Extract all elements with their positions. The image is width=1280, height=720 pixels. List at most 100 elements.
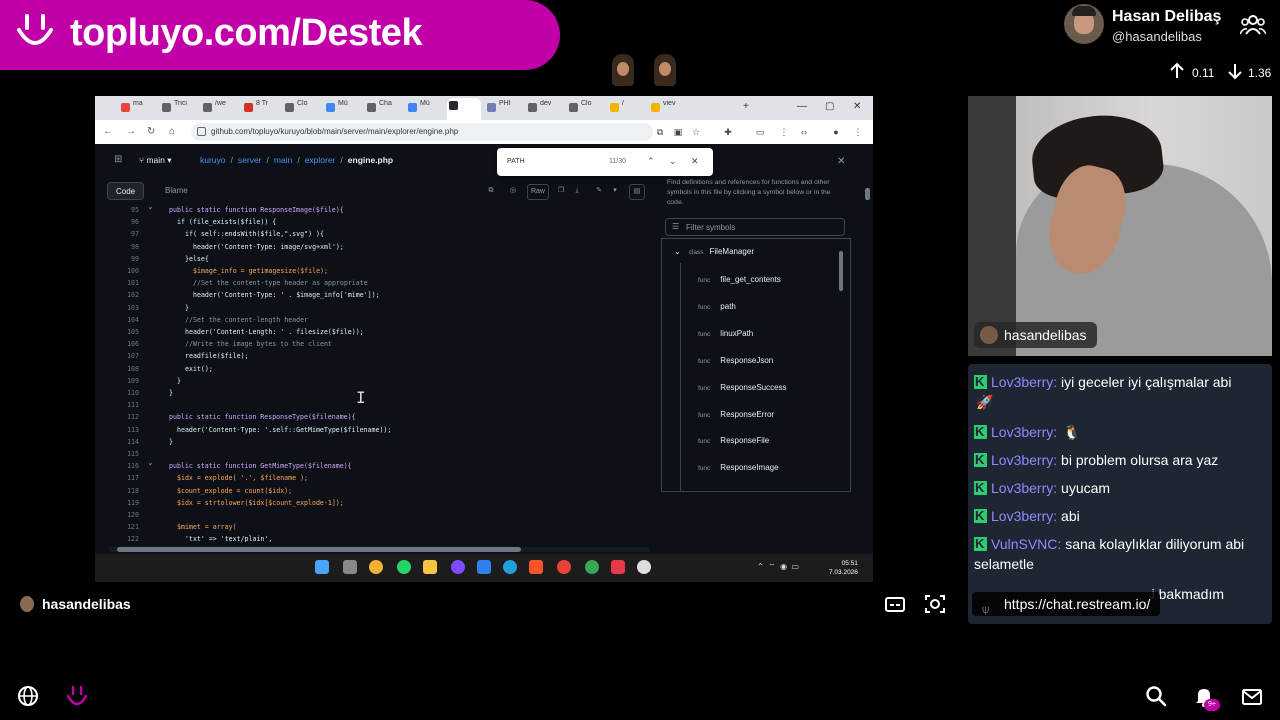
breadcrumb-link[interactable]: server: [238, 155, 262, 165]
line-number[interactable]: 117: [103, 472, 139, 484]
line-number[interactable]: 106: [103, 338, 139, 350]
streamer-profile[interactable]: Hasan Delibaş @hasandelibas: [1064, 4, 1280, 52]
group-icon[interactable]: [1240, 14, 1266, 36]
mail-icon[interactable]: [1241, 686, 1263, 708]
browser-tab[interactable]: Clo: [567, 100, 605, 116]
browser-tab[interactable]: Clo: [283, 100, 321, 116]
back-icon[interactable]: ←: [103, 126, 113, 137]
app-icon[interactable]: [369, 560, 383, 574]
symbol-item[interactable]: func ResponseFile: [698, 436, 769, 445]
obs-icon[interactable]: [637, 560, 651, 574]
symbol-item[interactable]: func linuxPath: [698, 329, 753, 338]
edge-icon[interactable]: [503, 560, 517, 574]
line-number[interactable]: 96: [103, 216, 139, 228]
chat-username[interactable]: Lov3berry: [991, 374, 1053, 390]
symbol-item[interactable]: func file_get_contents: [698, 275, 781, 284]
find-prev-icon[interactable]: ⌃: [647, 156, 655, 167]
site-info-icon[interactable]: [197, 127, 206, 136]
bottom-username[interactable]: hasandelibas: [20, 594, 131, 614]
whatsapp-icon[interactable]: [397, 560, 411, 574]
fold-icon[interactable]: ⌄: [147, 204, 154, 211]
browser-tab[interactable]: /we: [201, 100, 239, 116]
line-number[interactable]: 99: [103, 253, 139, 265]
chat-username[interactable]: VulnSVNC: [991, 536, 1057, 552]
line-number[interactable]: 101: [103, 277, 139, 289]
chat-username[interactable]: Lov3berry: [991, 508, 1053, 524]
close-icon[interactable]: ✕: [853, 101, 861, 112]
symbols-icon[interactable]: ⧉: [483, 184, 499, 200]
new-tab-icon[interactable]: +: [743, 101, 749, 112]
filter-symbols-input[interactable]: Filter symbols: [665, 218, 845, 236]
brave-icon[interactable]: [529, 560, 543, 574]
captions-icon[interactable]: [884, 593, 906, 615]
app-icon[interactable]: [611, 560, 625, 574]
raw-button[interactable]: Raw: [527, 184, 549, 200]
profile-icon[interactable]: ●: [831, 127, 841, 137]
line-number[interactable]: 119: [103, 497, 139, 509]
breadcrumb-link[interactable]: main: [274, 155, 292, 165]
line-number[interactable]: 102: [103, 289, 139, 301]
app-icon[interactable]: [451, 560, 465, 574]
search-icon[interactable]: [1145, 685, 1167, 707]
browser-tab[interactable]: 8 Tr: [242, 100, 280, 116]
minimize-icon[interactable]: —: [797, 101, 807, 112]
line-number[interactable]: 122: [103, 533, 139, 542]
forward-icon[interactable]: →: [126, 126, 136, 137]
maximize-icon[interactable]: ▢: [825, 101, 834, 112]
globe-icon[interactable]: [17, 685, 39, 707]
line-number[interactable]: 115: [103, 448, 139, 460]
symbol-item[interactable]: funcResponseType: [698, 490, 773, 491]
menu-grid-icon[interactable]: ⋮: [779, 127, 789, 137]
line-number[interactable]: 100: [103, 265, 139, 277]
line-number[interactable]: 111: [103, 399, 139, 411]
url-field[interactable]: github.com/topluyo/kuruyo/blob/main/serv…: [191, 123, 653, 141]
browser-tab[interactable]: /: [608, 100, 646, 116]
start-icon[interactable]: [315, 560, 329, 574]
browser-tab[interactable]: Mü: [406, 100, 444, 116]
edit-icon[interactable]: ✎: [591, 184, 607, 200]
devices-icon[interactable]: ▭: [755, 127, 765, 137]
browser-tab[interactable]: PHI: [485, 100, 523, 116]
symbol-item[interactable]: func ResponseSuccess: [698, 383, 787, 392]
more-icon[interactable]: ⋮: [853, 127, 863, 137]
line-number[interactable]: 120: [103, 509, 139, 521]
tab-blame[interactable]: Blame: [157, 182, 196, 200]
close-panel-icon[interactable]: ✕: [837, 156, 845, 167]
chat-username[interactable]: Lov3berry: [991, 424, 1053, 440]
cast-icon[interactable]: ▣: [673, 127, 683, 137]
browser-tab[interactable]: Trici: [160, 100, 198, 116]
avatar[interactable]: [1064, 4, 1104, 44]
browser-tab[interactable]: Mü: [324, 100, 362, 116]
task-view-icon[interactable]: [343, 560, 357, 574]
home-icon[interactable]: ⌂: [169, 126, 175, 137]
chat-username[interactable]: Lov3berry: [991, 480, 1053, 496]
line-number[interactable]: 98: [103, 241, 139, 253]
symbol-item[interactable]: func ResponseError: [698, 410, 774, 419]
chrome-icon[interactable]: [557, 560, 571, 574]
find-input[interactable]: PATH: [507, 158, 525, 165]
code-icon[interactable]: ‹›: [799, 127, 809, 137]
line-number[interactable]: 121: [103, 521, 139, 533]
line-number[interactable]: 103: [103, 302, 139, 314]
install-icon[interactable]: ⧉: [655, 127, 665, 137]
line-number[interactable]: 104: [103, 314, 139, 326]
line-number[interactable]: 112: [103, 411, 139, 423]
symbols-scrollbar[interactable]: [838, 239, 844, 491]
chrome-icon[interactable]: [585, 560, 599, 574]
line-number[interactable]: 109: [103, 375, 139, 387]
edit-dropdown-icon[interactable]: ▾: [607, 184, 623, 200]
horizontal-scrollbar[interactable]: [109, 547, 649, 552]
line-number[interactable]: 105: [103, 326, 139, 338]
screenshot-icon[interactable]: [924, 593, 946, 615]
vscode-icon[interactable]: [477, 560, 491, 574]
sidebar-toggle-icon[interactable]: ⊞: [114, 154, 122, 165]
star-icon[interactable]: ☆: [691, 127, 701, 137]
symbol-item[interactable]: func ResponseImage: [698, 463, 779, 472]
line-number[interactable]: 118: [103, 485, 139, 497]
extensions-icon[interactable]: ✚: [723, 127, 733, 137]
line-number[interactable]: 107: [103, 350, 139, 362]
chat-username[interactable]: Lov3berry: [991, 452, 1053, 468]
fold-icon[interactable]: ⌄: [147, 458, 154, 467]
breadcrumb-link[interactable]: kuruyo: [200, 155, 226, 165]
copy-icon[interactable]: ❐: [553, 184, 569, 200]
